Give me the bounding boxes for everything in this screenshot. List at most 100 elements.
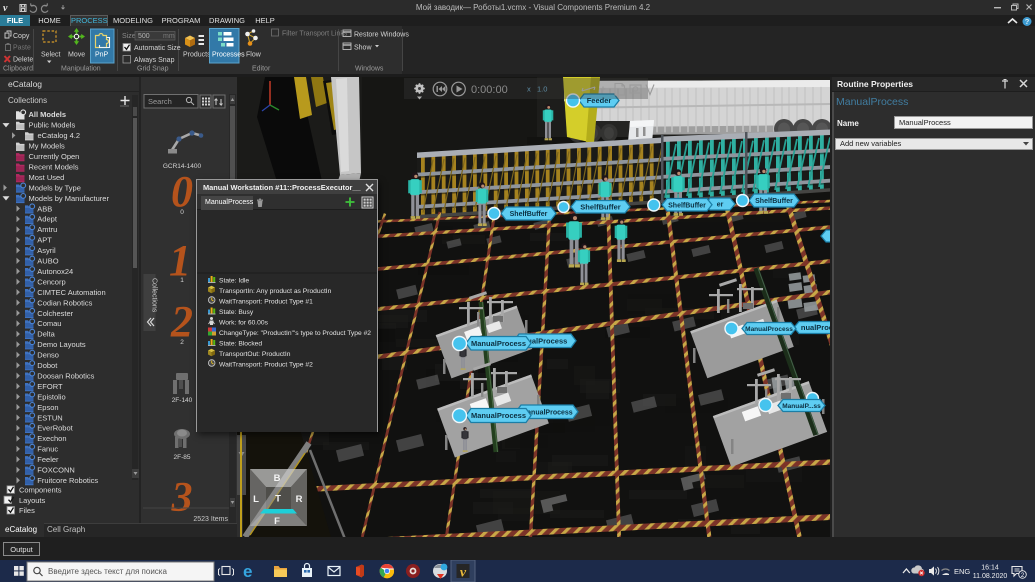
svg-text:v: v: [3, 3, 8, 14]
svg-text:16:14: 16:14: [981, 565, 999, 572]
svg-text:ABB: ABB: [37, 204, 52, 213]
svg-text:Files: Files: [19, 506, 35, 515]
svg-text:ShelfBuffer: ShelfBuffer: [755, 198, 793, 205]
svg-text:ShelfBuffer: ShelfBuffer: [510, 211, 548, 218]
svg-text:1: 1: [180, 277, 184, 284]
svg-text:Delete: Delete: [13, 57, 33, 64]
svg-text:Введите здесь текст для поиска: Введите здесь текст для поиска: [48, 567, 167, 576]
svg-text:Copy: Copy: [13, 33, 30, 40]
svg-text:Epson: Epson: [37, 403, 58, 412]
svg-text:Automatic Size: Automatic Size: [134, 45, 181, 52]
svg-text:Paste: Paste: [13, 45, 31, 52]
svg-text:Processes: Processes: [212, 52, 245, 59]
svg-text:Denso: Denso: [37, 351, 59, 360]
svg-text:Layouts: Layouts: [19, 496, 46, 505]
svg-text:Asyril: Asyril: [37, 246, 56, 255]
svg-text:Autonox24: Autonox24: [37, 267, 73, 276]
svg-text:x: x: [527, 85, 531, 94]
svg-text:2: 2: [180, 339, 184, 346]
svg-text:Doosan Robotics: Doosan Robotics: [37, 371, 94, 380]
svg-text:3: 3: [171, 475, 193, 521]
svg-text:2523 Items: 2523 Items: [193, 516, 228, 523]
svg-text:Search: Search: [148, 97, 172, 106]
svg-text:Cencorp: Cencorp: [37, 277, 65, 286]
svg-text:ManualProcess: ManualProcess: [745, 326, 793, 333]
svg-text:Components: Components: [19, 486, 62, 495]
svg-text:Size: Size: [122, 33, 136, 40]
svg-text:e: e: [243, 562, 252, 581]
svg-text:Exechon: Exechon: [37, 434, 66, 443]
svg-text:Restore Windows: Restore Windows: [354, 32, 409, 39]
svg-text:Recent Models: Recent Models: [29, 162, 79, 171]
svg-text:State: Idle: State: Idle: [219, 278, 249, 285]
svg-text:Models by Manufacturer: Models by Manufacturer: [29, 194, 110, 203]
svg-text:Colchester: Colchester: [37, 309, 73, 318]
svg-text:Show: Show: [354, 45, 372, 52]
svg-text:2F-85: 2F-85: [174, 454, 191, 461]
svg-text:EverRobot: EverRobot: [37, 424, 73, 433]
svg-text:State: Busy: State: Busy: [219, 309, 254, 316]
svg-text:Select: Select: [41, 52, 61, 59]
svg-text:L: L: [253, 494, 259, 505]
svg-text:State: Blocked: State: Blocked: [219, 341, 262, 348]
svg-text:Feeler: Feeler: [37, 455, 59, 464]
svg-text:Flow: Flow: [246, 52, 262, 59]
svg-text:er: er: [717, 202, 724, 209]
svg-text:Editor: Editor: [252, 66, 271, 73]
svg-text:Public Models: Public Models: [29, 121, 76, 130]
svg-text:Grid Snap: Grid Snap: [137, 66, 169, 73]
svg-text:R: R: [296, 494, 303, 505]
svg-text:ShelfBuffer: ShelfBuffer: [668, 202, 706, 209]
svg-text:?: ?: [1025, 17, 1030, 26]
svg-text:11.08.2020: 11.08.2020: [973, 573, 1008, 580]
svg-text:2F-140: 2F-140: [172, 397, 193, 404]
svg-text:nualProce: nualProce: [801, 323, 830, 332]
svg-text:My Models: My Models: [29, 142, 66, 151]
svg-text:500: 500: [138, 33, 150, 40]
svg-text:Always Snap: Always Snap: [134, 57, 175, 64]
svg-text:Windows: Windows: [355, 66, 384, 73]
svg-text:TransportOut: ProductIn: TransportOut: ProductIn: [219, 351, 291, 358]
svg-text:Clipboard: Clipboard: [3, 66, 33, 73]
svg-text:Filter Transport Links: Filter Transport Links: [282, 31, 348, 38]
svg-text:WaitTransport: Product Type #2: WaitTransport: Product Type #2: [219, 362, 313, 369]
svg-text:Most Used: Most Used: [29, 173, 65, 182]
svg-text:Currently Open: Currently Open: [29, 152, 80, 161]
svg-text:mm: mm: [163, 33, 175, 40]
svg-text:FOXCONN: FOXCONN: [37, 466, 75, 475]
svg-text:Adept: Adept: [37, 215, 58, 224]
svg-text:Collections: Collections: [151, 278, 158, 313]
svg-text:v: v: [460, 566, 467, 581]
svg-text:TransportIn: Any product as Pr: TransportIn: Any product as ProductIn: [219, 288, 332, 295]
svg-text:CIMTEC Automation: CIMTEC Automation: [37, 288, 105, 297]
svg-text:AUBO: AUBO: [37, 257, 58, 266]
svg-text:Amtru: Amtru: [37, 225, 57, 234]
svg-text:eCatalog 4.2: eCatalog 4.2: [38, 131, 81, 140]
svg-text:Demo Layouts: Demo Layouts: [37, 340, 86, 349]
svg-text:Dobot: Dobot: [37, 361, 58, 370]
svg-text:ManualProcess: ManualProcess: [471, 339, 526, 348]
svg-text:ManualProcess: ManualProcess: [471, 411, 526, 420]
svg-text:0:00:00: 0:00:00: [471, 84, 508, 96]
svg-text:Work: for 60.00s: Work: for 60.00s: [219, 320, 269, 327]
svg-text:EFORT: EFORT: [37, 382, 63, 391]
svg-text:All Models: All Models: [29, 110, 67, 119]
svg-text:Codian Robotics: Codian Robotics: [37, 298, 92, 307]
svg-text:Fruitcore Robotics: Fruitcore Robotics: [37, 476, 98, 485]
svg-text:APT: APT: [37, 236, 52, 245]
svg-text:PnP: PnP: [95, 52, 109, 59]
svg-text:ShelfBuffer: ShelfBuffer: [580, 202, 621, 211]
svg-text:ChangeType: "ProductIn"'s type: ChangeType: "ProductIn"'s type to Produc…: [219, 330, 371, 337]
svg-text:Products: Products: [183, 52, 211, 59]
svg-text:Epistolio: Epistolio: [37, 392, 65, 401]
svg-text:WaitTransport: Product Type #1: WaitTransport: Product Type #1: [219, 299, 313, 306]
svg-text:T: T: [275, 494, 281, 505]
svg-text:0: 0: [180, 209, 184, 216]
svg-text:B: B: [274, 473, 281, 484]
svg-text:Fanuc: Fanuc: [37, 445, 58, 454]
svg-text:Manipulation: Manipulation: [61, 66, 101, 73]
svg-text:Models by Type: Models by Type: [29, 183, 81, 192]
svg-text:Delta: Delta: [37, 330, 55, 339]
svg-text:1.0: 1.0: [537, 85, 547, 94]
svg-text:ENG: ENG: [954, 567, 970, 576]
